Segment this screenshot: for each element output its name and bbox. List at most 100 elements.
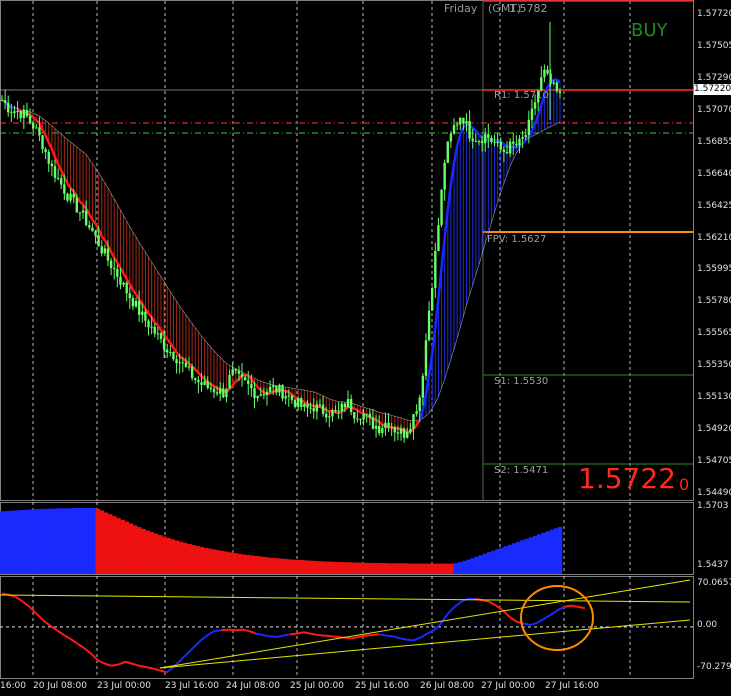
y-tick-label: 1.56640 — [697, 169, 731, 179]
histogram-bar — [83, 508, 87, 574]
histogram-bar — [333, 562, 337, 574]
candle-body — [116, 269, 118, 277]
highlight-circle — [521, 586, 593, 650]
oscillator-segment — [194, 640, 201, 647]
histogram-bar — [420, 564, 424, 574]
histogram-bar — [495, 549, 499, 574]
oscillator-segment — [510, 617, 517, 622]
candle-body — [66, 194, 68, 201]
y-tick-label: 1.56855 — [697, 137, 731, 147]
x-tick-label: 20 Jul 08:00 — [33, 681, 87, 691]
oscillator-segment — [427, 630, 434, 633]
candle-body — [272, 386, 274, 387]
oscillator-segment — [283, 634, 290, 635]
candle-body — [110, 261, 112, 269]
candle-body — [475, 141, 477, 142]
candle-body — [278, 385, 280, 393]
oscillator-segment — [366, 635, 373, 636]
fast-ma-segment — [354, 409, 357, 410]
big-price-label: 1.5722 — [578, 462, 676, 495]
candle-body — [559, 91, 561, 93]
histogram-bar — [266, 557, 270, 574]
histogram-bar — [391, 563, 395, 574]
histogram-bar — [87, 508, 91, 574]
candle-body — [222, 388, 224, 397]
candle-body — [147, 321, 149, 328]
candle-body — [300, 398, 302, 407]
candle-body — [462, 118, 464, 124]
candle-body — [141, 312, 143, 315]
candle-body — [97, 236, 99, 247]
oscillator-segment — [558, 607, 565, 610]
histogram-bar — [395, 563, 399, 574]
oscillator-segment — [448, 607, 455, 614]
candle-body — [20, 111, 22, 118]
oscillator-segment — [242, 630, 249, 631]
histogram-bar — [287, 559, 291, 574]
histogram-bar — [54, 508, 58, 574]
candle-body — [72, 194, 74, 198]
oscillator-segment — [36, 614, 43, 621]
candle-body — [76, 198, 78, 213]
y-tick-label: 1.54490 — [697, 488, 731, 498]
histogram-bar — [487, 552, 491, 574]
chart-window[interactable]: Friday (GMT) 1.5782 BUY R1: 1.5710 FPV: … — [0, 0, 731, 692]
candle-body — [353, 412, 355, 418]
candle-body — [104, 248, 106, 253]
oscillator-segment — [98, 660, 105, 663]
candle-body — [387, 423, 389, 427]
y-tick-label: 1.55130 — [697, 392, 731, 402]
oscillator-segment — [530, 623, 537, 625]
candle-body — [390, 427, 392, 428]
histogram-bar — [212, 549, 216, 574]
candle-body — [169, 352, 171, 353]
chart-canvas[interactable] — [0, 0, 731, 692]
candle-body — [185, 363, 187, 367]
candle-body — [456, 124, 458, 125]
candle-body — [359, 419, 361, 420]
candle-body — [138, 301, 140, 315]
oscillator-segment — [324, 636, 331, 637]
candle-body — [447, 142, 449, 163]
oscillator-segment — [249, 631, 256, 634]
oscillator-segment — [187, 647, 194, 654]
candle-body — [13, 111, 15, 113]
candle-body — [484, 134, 486, 143]
histogram-bar — [175, 541, 179, 574]
candle-body — [219, 388, 221, 393]
histogram-bar — [129, 524, 133, 574]
oscillator-segment — [43, 620, 50, 625]
histogram-bar — [529, 537, 533, 574]
oscillator-segment — [304, 632, 311, 633]
candle-body — [419, 398, 421, 412]
candle-body — [540, 77, 542, 90]
histogram-bar — [0, 511, 4, 574]
candle-body — [553, 83, 555, 84]
candle-body — [160, 333, 162, 339]
candle-body — [397, 432, 399, 433]
candle-body — [546, 70, 548, 74]
candle-body — [518, 139, 520, 145]
histogram-bar — [100, 510, 104, 574]
candle-body — [356, 419, 358, 420]
histogram-bar — [304, 560, 308, 574]
oscillator-segment — [551, 610, 558, 615]
y-tick-label: 1.5703 — [697, 501, 729, 511]
oscillator-segment — [228, 630, 235, 631]
candle-body — [425, 340, 427, 375]
candle-body — [509, 142, 511, 154]
oscillator-segment — [132, 664, 139, 666]
oscillator-segment — [235, 630, 242, 631]
histogram-bar — [241, 554, 245, 574]
candle-body — [157, 333, 159, 334]
oscillator-segment — [290, 634, 297, 635]
histogram-bar — [12, 510, 16, 574]
candle-body — [125, 283, 127, 294]
osc-trendline-rising — [160, 580, 690, 668]
histogram-bar — [508, 545, 512, 574]
histogram-bar — [458, 562, 462, 574]
histogram-bar — [71, 508, 75, 574]
candle-body — [490, 138, 492, 142]
histogram-bar — [450, 564, 454, 574]
candle-body — [487, 134, 489, 138]
